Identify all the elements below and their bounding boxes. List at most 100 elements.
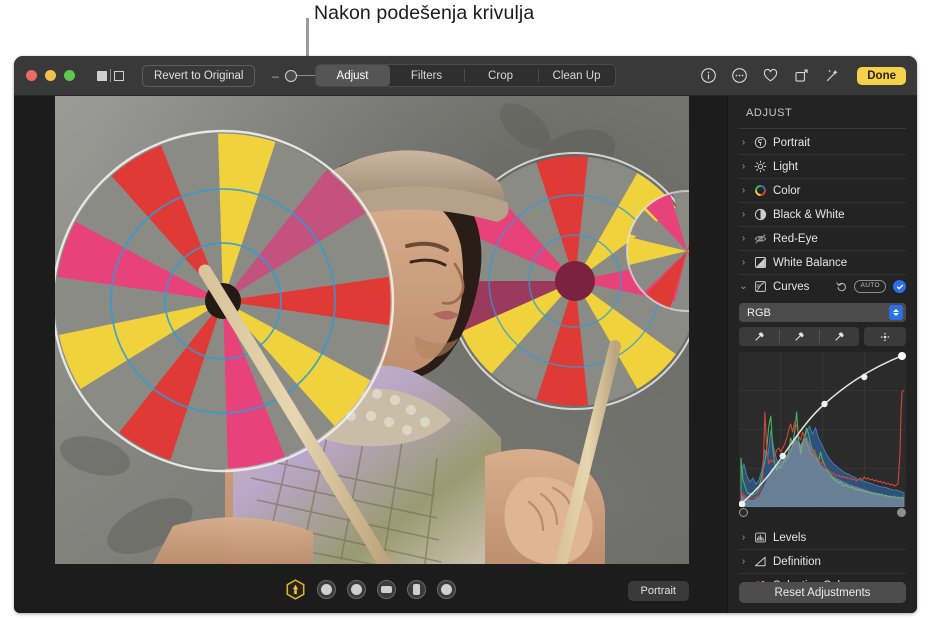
white-point-handle[interactable] <box>897 508 906 517</box>
chevron-down-icon[interactable]: ⌄ <box>739 281 748 292</box>
levels-icon <box>755 532 766 543</box>
sidebar-item-curves-label: Curves <box>773 280 810 293</box>
reset-adjustments-button[interactable]: Reset Adjustments <box>739 582 906 603</box>
hexagon-style-icon <box>286 578 305 600</box>
sidebar-item-color[interactable]: › Color <box>739 179 906 202</box>
chevron-down-glyph <box>893 313 899 316</box>
window-body: Portrait ADJUST › Portrait › Light › Col… <box>14 96 917 613</box>
chevron-right-icon[interactable]: › <box>739 532 748 543</box>
curves-dropper-row <box>739 327 906 346</box>
checkmark-icon <box>896 284 903 289</box>
minimize-button[interactable] <box>45 70 56 81</box>
window-toolbar: Revert to Original – + Adjust Filters Cr… <box>14 56 917 96</box>
add-control-point-button[interactable] <box>864 327 906 346</box>
photo-preview[interactable] <box>55 96 689 564</box>
sidebar-item-white-balance[interactable]: › White Balance <box>739 251 906 274</box>
photo-image <box>55 96 689 564</box>
sidebar-item-black-and-white[interactable]: › Black & White <box>739 203 906 226</box>
sidebar-item-red-eye-label: Red-Eye <box>773 232 818 245</box>
eyedropper-icon <box>795 332 804 341</box>
sidebar-item-red-eye[interactable]: › Red-Eye <box>739 227 906 250</box>
original-style-thumbnail[interactable] <box>285 578 306 600</box>
black-point-eyedropper[interactable] <box>739 327 779 346</box>
curves-eyedropper-group <box>739 327 859 346</box>
maximize-button[interactable] <box>64 70 75 81</box>
chevron-right-icon[interactable]: › <box>739 233 748 244</box>
sidebar-title-rule <box>739 128 906 129</box>
more-options-icon[interactable] <box>731 67 748 84</box>
sidebar-item-light[interactable]: › Light <box>739 155 906 178</box>
chevron-right-icon[interactable]: › <box>739 185 748 196</box>
eyedropper-icon <box>835 332 844 341</box>
split-view-divider <box>110 69 111 82</box>
style-filmstrip <box>14 565 727 613</box>
style-thumbnail-5-swatch <box>441 583 452 595</box>
sidebar-item-color-label: Color <box>773 184 801 197</box>
rotate-icon[interactable] <box>793 67 810 84</box>
curves-channel-select[interactable]: RGB <box>739 303 906 322</box>
curves-enabled-toggle[interactable] <box>893 280 906 293</box>
sidebar-item-definition[interactable]: › Definition <box>739 550 906 573</box>
sidebar-item-light-label: Light <box>773 160 798 173</box>
editor-mode-tabs: Adjust Filters Crop Clean Up <box>314 64 617 87</box>
zoom-slider-knob[interactable] <box>285 69 298 82</box>
sidebar-item-levels[interactable]: › Levels <box>739 526 906 549</box>
sidebar-item-definition-label: Definition <box>773 555 821 568</box>
tab-crop[interactable]: Crop <box>463 65 538 86</box>
photos-editor-window: Revert to Original – + Adjust Filters Cr… <box>14 56 917 613</box>
chevron-right-icon[interactable]: › <box>739 161 748 172</box>
curve-control-point-highlight <box>898 352 906 360</box>
portrait-mode-button[interactable]: Portrait <box>627 581 689 601</box>
sidebar-title: ADJUST <box>746 107 793 119</box>
revert-to-original-button[interactable]: Revert to Original <box>142 64 256 87</box>
color-wheel-icon <box>755 185 766 196</box>
chevron-up-glyph <box>893 309 899 312</box>
info-icon[interactable] <box>700 67 717 84</box>
sidebar-item-curves[interactable]: ⌄ Curves AUTO <box>739 275 906 298</box>
done-button[interactable]: Done <box>857 66 906 85</box>
sidebar-item-levels-label: Levels <box>773 531 807 544</box>
chevron-right-icon[interactable]: › <box>739 137 748 148</box>
curves-channel-value: RGB <box>747 306 771 319</box>
screenshot-root: Nakon podešenja krivulja Revert to Origi… <box>0 0 931 620</box>
tab-clean-up[interactable]: Clean Up <box>537 65 616 86</box>
close-button[interactable] <box>26 70 37 81</box>
chevron-right-icon[interactable]: › <box>739 209 748 220</box>
zoom-out-icon[interactable]: – <box>271 70 279 82</box>
split-view-icon[interactable] <box>97 69 124 82</box>
adjust-sidebar: ADJUST › Portrait › Light › Color › Blac… <box>727 96 917 613</box>
black-point-handle[interactable] <box>739 508 748 517</box>
auto-enhance-wand-icon[interactable] <box>824 67 841 84</box>
curves-icon <box>755 281 766 292</box>
style-thumbnail-1-swatch <box>321 583 332 595</box>
curve-control-point-1 <box>779 452 786 460</box>
style-thumbnail-4-swatch <box>413 583 420 595</box>
add-control-point-icon <box>880 332 890 341</box>
eyedropper-icon <box>755 332 764 341</box>
toolbar-right-tools: Done <box>700 66 917 85</box>
tab-adjust[interactable]: Adjust <box>315 65 390 86</box>
white-point-eyedropper[interactable] <box>819 327 859 346</box>
curves-header-controls: AUTO <box>836 280 906 293</box>
chevron-updown-icon[interactable] <box>889 305 903 320</box>
chevron-right-icon[interactable]: › <box>739 556 748 567</box>
style-thumbnail-2-swatch <box>351 583 362 595</box>
sidebar-item-black-and-white-label: Black & White <box>773 208 845 221</box>
style-thumbnail-4[interactable] <box>407 579 426 599</box>
curves-auto-button[interactable]: AUTO <box>854 280 886 293</box>
sidebar-item-portrait[interactable]: › Portrait <box>739 131 906 154</box>
reset-arrow-icon[interactable] <box>836 281 847 292</box>
definition-icon <box>754 556 766 567</box>
chevron-right-icon[interactable]: › <box>739 257 748 268</box>
gray-point-eyedropper[interactable] <box>779 327 819 346</box>
style-thumbnail-3[interactable] <box>377 579 396 599</box>
canvas-column: Portrait <box>14 96 727 613</box>
style-thumbnail-1[interactable] <box>317 579 336 599</box>
tab-filters[interactable]: Filters <box>390 65 464 86</box>
curve-control-point-3 <box>861 373 868 381</box>
sun-icon <box>754 160 767 173</box>
style-thumbnail-5[interactable] <box>437 579 456 599</box>
favorite-heart-icon[interactable] <box>762 67 779 84</box>
style-thumbnail-2[interactable] <box>347 579 366 599</box>
curves-graph[interactable] <box>739 352 906 507</box>
